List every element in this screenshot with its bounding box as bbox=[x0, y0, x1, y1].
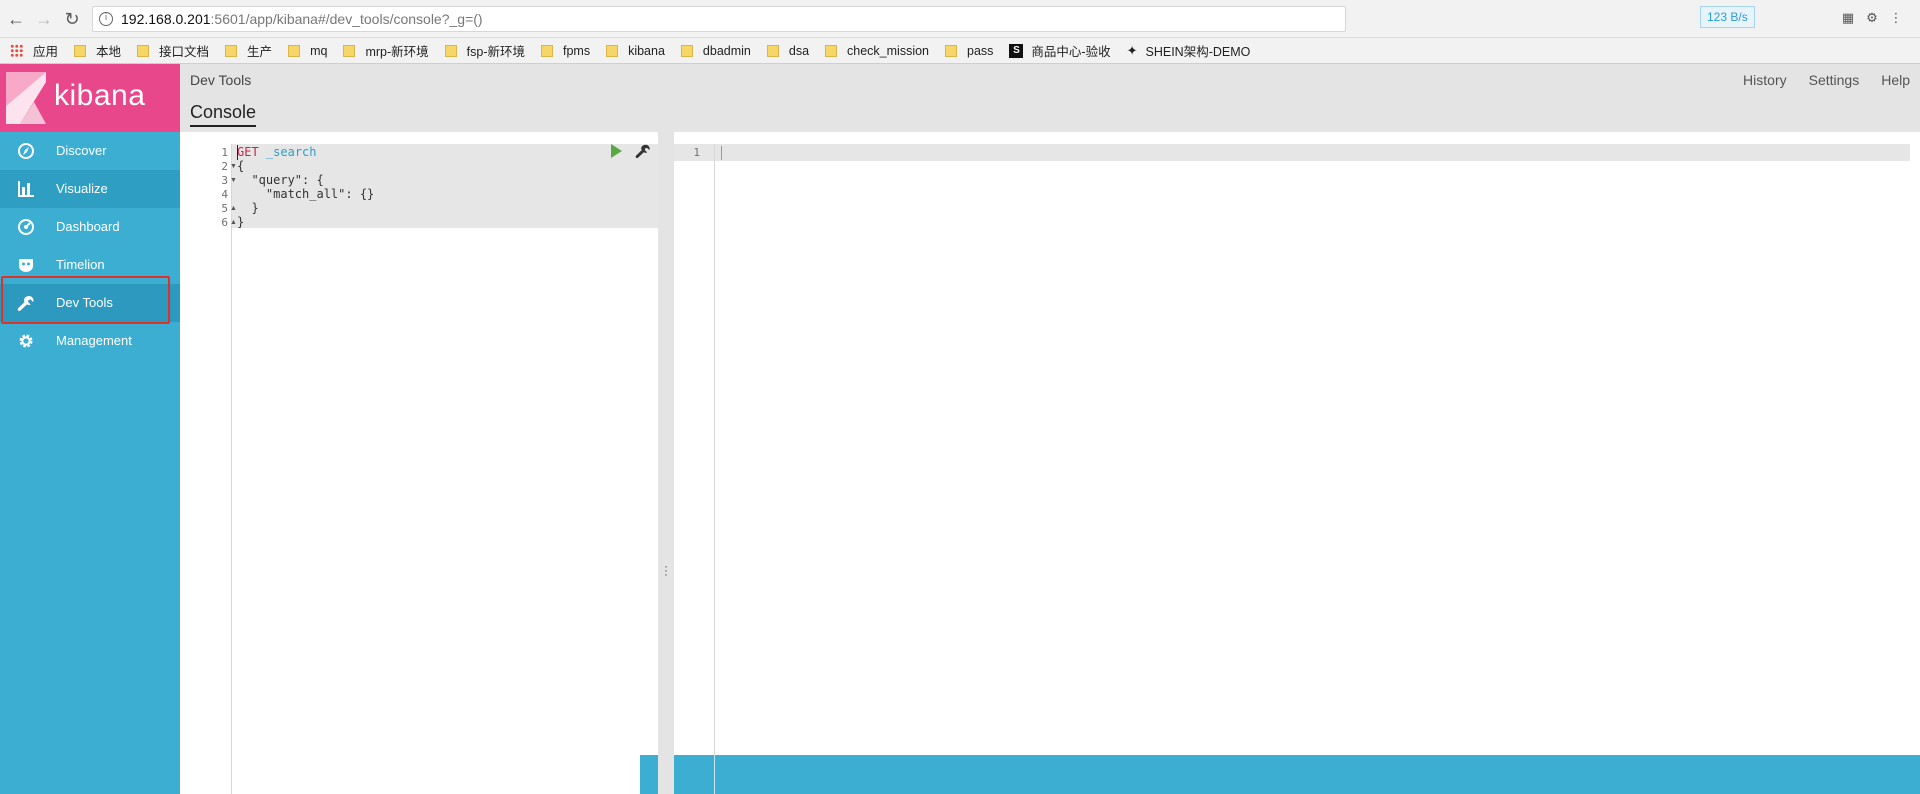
dashboard-icon bbox=[18, 219, 34, 235]
folder-icon bbox=[225, 44, 238, 57]
response-gutter bbox=[674, 144, 715, 794]
kibana-logo[interactable]: kibana bbox=[0, 64, 180, 132]
send-request-play-icon[interactable] bbox=[611, 144, 622, 158]
bookmark-link[interactable]: S 商品中心-验收 bbox=[1009, 41, 1111, 60]
url-input[interactable]: i 192.168.0.201:5601/app/kibana#/dev_too… bbox=[92, 6, 1346, 32]
request-path: _search bbox=[265, 145, 317, 159]
forward-arrow-icon[interactable]: → bbox=[34, 9, 54, 29]
fold-up-icon[interactable]: ▲ bbox=[230, 214, 237, 231]
help-link[interactable]: Help bbox=[1881, 72, 1910, 88]
nav-label-dashboard: Dashboard bbox=[56, 219, 120, 234]
folder-icon bbox=[606, 44, 619, 57]
wrench-icon bbox=[17, 296, 34, 311]
nav-label-timelion: Timelion bbox=[56, 257, 105, 272]
extension-area: 123 B/s ▦ ⚙ ⋮ bbox=[1700, 6, 1910, 32]
extension-icon[interactable]: ▦ bbox=[1840, 10, 1856, 26]
folder-icon bbox=[444, 44, 457, 57]
request-gutter bbox=[190, 144, 232, 794]
extension-icon-2[interactable]: ⚙ bbox=[1864, 10, 1880, 26]
dev-tools-header: Dev Tools Console History Settings Help bbox=[180, 64, 1920, 132]
url-text: 192.168.0.201:5601/app/kibana#/dev_tools… bbox=[121, 11, 483, 27]
info-icon[interactable]: i bbox=[99, 12, 113, 26]
folder-icon bbox=[137, 44, 150, 57]
folder-icon bbox=[343, 44, 356, 57]
nav-label-visualize: Visualize bbox=[56, 181, 108, 196]
bottom-overlay-band bbox=[640, 755, 1920, 794]
kibana-logo-text: kibana bbox=[54, 79, 146, 112]
text-cursor bbox=[237, 145, 238, 160]
response-cursor bbox=[721, 146, 722, 160]
sparkle-icon: ✦ bbox=[1126, 42, 1138, 58]
bookmark-folder[interactable]: fsp-新环境 bbox=[444, 41, 525, 60]
bookmark-folder[interactable]: dsa bbox=[766, 44, 809, 58]
folder-icon bbox=[288, 44, 301, 57]
nav-label-management: Management bbox=[56, 333, 132, 348]
reload-icon[interactable]: ↻ bbox=[62, 9, 82, 29]
url-path: :5601/app/kibana#/dev_tools/console?_g=(… bbox=[210, 11, 483, 27]
nav-label-discover: Discover bbox=[56, 143, 107, 158]
bar-chart-icon bbox=[18, 181, 34, 197]
header-links: History Settings Help bbox=[1721, 72, 1910, 88]
url-host: 192.168.0.201 bbox=[121, 11, 211, 27]
settings-link[interactable]: Settings bbox=[1809, 72, 1860, 88]
nav-item-timelion[interactable]: Timelion bbox=[0, 246, 180, 284]
line-number: 1 bbox=[693, 146, 700, 159]
code-line-6[interactable]: } bbox=[237, 214, 244, 231]
bookmarks-bar: 应用 本地 接口文档 生产 mq mrp-新环境 fsp-新环境 fpms ki… bbox=[0, 38, 1920, 64]
nav-item-visualize[interactable]: Visualize bbox=[0, 170, 180, 208]
bookmark-folder[interactable]: 生产 bbox=[225, 41, 272, 60]
nav-label-dev-tools: Dev Tools bbox=[56, 295, 113, 310]
request-options-wrench-icon[interactable] bbox=[635, 143, 651, 159]
bookmark-folder[interactable]: mrp-新环境 bbox=[343, 41, 429, 60]
pane-resize-handle[interactable]: · · · bbox=[658, 132, 674, 794]
bookmark-folder[interactable]: check_mission bbox=[825, 44, 929, 58]
bookmark-folder[interactable]: kibana bbox=[606, 44, 665, 58]
network-speed-badge[interactable]: 123 B/s bbox=[1700, 6, 1755, 28]
response-highlight bbox=[674, 144, 1910, 161]
nav-item-discover[interactable]: Discover bbox=[0, 132, 180, 170]
divider-bottom bbox=[658, 755, 674, 794]
nav-item-dashboard[interactable]: Dashboard bbox=[0, 208, 180, 246]
grip-dots-icon: · · · bbox=[664, 559, 668, 581]
menu-icon[interactable]: ⋮ bbox=[1888, 10, 1904, 26]
folder-icon bbox=[945, 44, 958, 57]
timelion-icon bbox=[19, 259, 33, 272]
gutter-line bbox=[714, 755, 715, 794]
folder-icon bbox=[825, 44, 838, 57]
bookmark-apps[interactable]: 应用 bbox=[10, 41, 58, 60]
folder-icon bbox=[74, 44, 87, 57]
folder-icon bbox=[766, 44, 779, 57]
kibana-logo-icon bbox=[6, 72, 46, 124]
nav-item-management[interactable]: Management bbox=[0, 322, 180, 360]
request-editor[interactable]: 1 2 3 4 5 6 ▼ ▼ ▲ ▲ GET _search { "query… bbox=[180, 132, 658, 794]
bookmark-folder[interactable]: mq bbox=[288, 44, 327, 58]
bookmark-folder[interactable]: 本地 bbox=[74, 41, 121, 60]
app-title: Dev Tools bbox=[190, 72, 252, 88]
apps-grid-icon bbox=[10, 44, 23, 57]
bookmark-folder[interactable]: pass bbox=[945, 44, 993, 58]
s-site-icon: S bbox=[1009, 43, 1024, 58]
bookmark-link[interactable]: ✦ SHEIN架构-DEMO bbox=[1127, 41, 1251, 60]
kibana-sidebar: kibana Discover Visualize Dashboard Time… bbox=[0, 64, 180, 794]
http-method: GET bbox=[237, 145, 259, 159]
bookmark-folder[interactable]: fpms bbox=[540, 44, 590, 58]
gear-icon bbox=[19, 334, 33, 348]
nav-item-dev-tools[interactable]: Dev Tools bbox=[0, 284, 180, 322]
bookmark-folder[interactable]: dbadmin bbox=[680, 44, 751, 58]
code-line-1[interactable]: GET _search bbox=[237, 144, 317, 161]
compass-icon bbox=[18, 143, 34, 159]
folder-icon bbox=[680, 44, 693, 57]
fold-down-icon[interactable]: ▼ bbox=[230, 172, 237, 189]
bookmark-folder[interactable]: 接口文档 bbox=[137, 41, 209, 60]
back-arrow-icon[interactable]: ← bbox=[6, 9, 26, 29]
response-editor[interactable]: 1 bbox=[674, 132, 1920, 794]
folder-icon bbox=[540, 44, 553, 57]
tab-console[interactable]: Console bbox=[190, 102, 257, 127]
line-number: 6 bbox=[221, 216, 228, 229]
history-link[interactable]: History bbox=[1743, 72, 1787, 88]
browser-address-bar: ← → ↻ i 192.168.0.201:5601/app/kibana#/d… bbox=[0, 0, 1920, 38]
